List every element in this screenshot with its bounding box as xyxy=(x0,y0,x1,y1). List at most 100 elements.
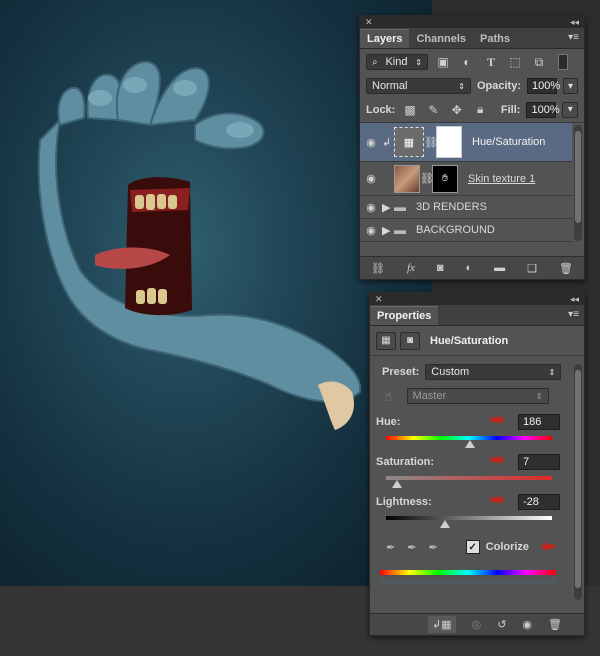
collapse-icon[interactable]: ◂◂ xyxy=(570,17,579,28)
layers-footer: ⛓ fx ◙ ◐ ▬ ❏ 🗑︎ xyxy=(360,256,584,279)
eyedropper-icon[interactable]: ✒︎ xyxy=(386,541,395,554)
lock-label: Lock: xyxy=(366,103,396,116)
folder-icon[interactable]: ▬ xyxy=(494,262,505,274)
saturation-slider-thumb[interactable] xyxy=(392,480,402,488)
view-previous-icon[interactable]: ◎ xyxy=(472,618,482,631)
panel-menu-icon[interactable]: ▾≡ xyxy=(568,32,579,43)
eyedropper-minus-icon[interactable]: ✒︎ xyxy=(428,541,437,554)
fill-dropdown-icon[interactable]: ▾ xyxy=(562,101,578,118)
eyedropper-row: ✒︎ ✒︎ ✒︎ ✓ Colorize ➡ xyxy=(370,532,570,562)
channel-value: Master xyxy=(412,390,447,402)
layers-scrollbar[interactable] xyxy=(574,125,582,241)
mask-icon[interactable]: ◙ xyxy=(437,262,444,274)
clip-arrow-icon: ↲ xyxy=(382,136,392,149)
filter-toggle[interactable] xyxy=(558,54,568,70)
channel-select[interactable]: Master ⇕ xyxy=(406,388,549,404)
opacity-dropdown-icon[interactable]: ▾ xyxy=(562,78,578,94)
lightness-input[interactable]: -28 xyxy=(518,494,560,510)
lock-transparent-icon[interactable]: ▩ xyxy=(401,101,418,119)
lightness-label: Lightness: xyxy=(376,496,432,508)
preset-row: Preset: Custom ⇕ xyxy=(370,360,570,384)
reset-icon[interactable]: ↺ xyxy=(497,618,506,631)
layers-list: ◉ ↲ ▦ ⛓ Hue/Saturation ◉ ⛓ ✋︎ Skin textu… xyxy=(360,123,584,245)
image-thumbnail[interactable] xyxy=(394,164,420,193)
close-icon[interactable]: ✕ xyxy=(365,17,373,28)
hue-input[interactable]: 186 xyxy=(518,414,560,430)
trash-icon[interactable]: 🗑︎ xyxy=(559,262,573,275)
tab-layers[interactable]: Layers xyxy=(360,29,410,48)
smart-object-filter-icon[interactable]: ⧉ xyxy=(530,53,548,71)
shape-filter-icon[interactable]: ⬚ xyxy=(506,53,524,71)
adjustment-thumbnail-icon[interactable]: ▦ xyxy=(394,127,424,157)
layer-name[interactable]: 3D RENDERS xyxy=(416,201,487,213)
layer-name[interactable]: Skin texture 1 xyxy=(468,173,535,185)
lightness-slider-track[interactable] xyxy=(386,516,552,520)
lock-all-icon[interactable]: 🔒︎ xyxy=(472,101,489,119)
layer-mask-thumbnail[interactable] xyxy=(436,126,462,158)
clip-icon[interactable]: ↲▦ xyxy=(427,616,456,633)
eye-icon[interactable]: ◉ xyxy=(360,172,382,185)
chain-link-icon[interactable]: ⛓ xyxy=(420,172,434,185)
layer-row-background[interactable]: ◉ ▶ ▬ BACKGROUND xyxy=(360,219,572,242)
mask-icon[interactable]: ◙ xyxy=(400,331,420,350)
layers-panel-titlebar[interactable]: ✕ ◂◂ xyxy=(360,16,584,28)
colorize-checkbox[interactable]: ✓ xyxy=(465,540,480,554)
properties-panel: ✕ ◂◂ Properties ▾≡ ▦ ◙ Hue/Saturation Pr… xyxy=(369,292,585,636)
lock-position-icon[interactable]: ✥ xyxy=(448,101,465,119)
layer-row-3d-renders[interactable]: ◉ ▶ ▬ 3D RENDERS xyxy=(360,196,572,219)
layer-row-hue-saturation[interactable]: ◉ ↲ ▦ ⛓ Hue/Saturation xyxy=(360,123,572,162)
tab-channels[interactable]: Channels xyxy=(409,30,473,48)
preset-select[interactable]: Custom ⇕ xyxy=(425,364,562,380)
layer-name[interactable]: BACKGROUND xyxy=(416,224,495,236)
fill-input[interactable]: 100% xyxy=(526,101,560,118)
saturation-control: Saturation: ➡ 7 xyxy=(370,448,570,488)
eye-icon[interactable]: ◉ xyxy=(360,201,382,214)
panel-menu-icon[interactable]: ▾≡ xyxy=(568,309,579,320)
updown-icon: ⇕ xyxy=(458,81,465,91)
lock-image-icon[interactable]: ✎ xyxy=(425,101,442,119)
hue-control: Hue: ➡ 186 xyxy=(370,408,570,448)
filter-kind-select[interactable]: ⌕ Kind ⇕ xyxy=(366,54,428,70)
hand-adjust-icon[interactable]: ☝︎ xyxy=(384,388,393,405)
channel-row: ☝︎ Master ⇕ xyxy=(370,384,570,408)
layer-name[interactable]: Hue/Saturation xyxy=(472,136,545,148)
tab-paths[interactable]: Paths xyxy=(473,30,517,48)
mask-thumbnail[interactable]: ✋︎ xyxy=(432,164,458,193)
eye-icon[interactable]: ◉ xyxy=(360,136,382,149)
chain-link-icon[interactable]: ⛓ xyxy=(424,136,438,149)
saturation-input[interactable]: 7 xyxy=(518,454,560,470)
visibility-icon[interactable]: ◉ xyxy=(522,618,532,631)
folder-icon: ▬ xyxy=(394,223,406,237)
new-layer-icon[interactable]: ❏ xyxy=(527,262,537,275)
lightness-slider-thumb[interactable] xyxy=(440,520,450,528)
annotation-arrow-icon: ➡ xyxy=(541,537,556,556)
layer-row-skin-texture[interactable]: ◉ ⛓ ✋︎ Skin texture 1 xyxy=(360,162,572,196)
saturation-slider-track[interactable] xyxy=(386,476,552,480)
scrollbar-thumb[interactable] xyxy=(575,370,581,588)
expand-arrow-icon[interactable]: ▶ xyxy=(382,201,394,214)
scrollbar-thumb[interactable] xyxy=(575,131,581,223)
fx-icon[interactable]: fx xyxy=(407,262,415,274)
adjustment-filter-icon[interactable]: ◐ xyxy=(458,53,476,71)
expand-arrow-icon[interactable]: ▶ xyxy=(382,224,394,237)
collapse-icon[interactable]: ◂◂ xyxy=(570,294,579,305)
close-icon[interactable]: ✕ xyxy=(375,294,383,305)
properties-footer: ↲▦ ◎ ↺ ◉ 🗑︎ xyxy=(370,613,584,635)
tab-properties[interactable]: Properties xyxy=(370,306,439,325)
pixel-filter-icon[interactable]: ▣ xyxy=(434,53,452,71)
opacity-label: Opacity: xyxy=(476,80,521,92)
adjustment-thumbnail-icon[interactable]: ▦ xyxy=(376,331,396,350)
properties-scrollbar[interactable] xyxy=(574,364,582,600)
blend-mode-select[interactable]: Normal ⇕ xyxy=(366,78,471,94)
type-filter-icon[interactable]: T xyxy=(482,53,500,71)
hue-slider-thumb[interactable] xyxy=(465,440,475,448)
trash-icon[interactable]: 🗑︎ xyxy=(548,618,562,631)
properties-panel-titlebar[interactable]: ✕ ◂◂ xyxy=(370,293,584,305)
eyedropper-plus-icon[interactable]: ✒︎ xyxy=(407,541,416,554)
color-bar-result xyxy=(380,579,556,584)
color-bar-top xyxy=(380,570,556,575)
eye-icon[interactable]: ◉ xyxy=(360,224,382,237)
link-icon[interactable]: ⛓ xyxy=(371,262,385,275)
opacity-input[interactable]: 100% xyxy=(526,78,560,94)
adjustment-icon[interactable]: ◐ xyxy=(466,262,473,274)
